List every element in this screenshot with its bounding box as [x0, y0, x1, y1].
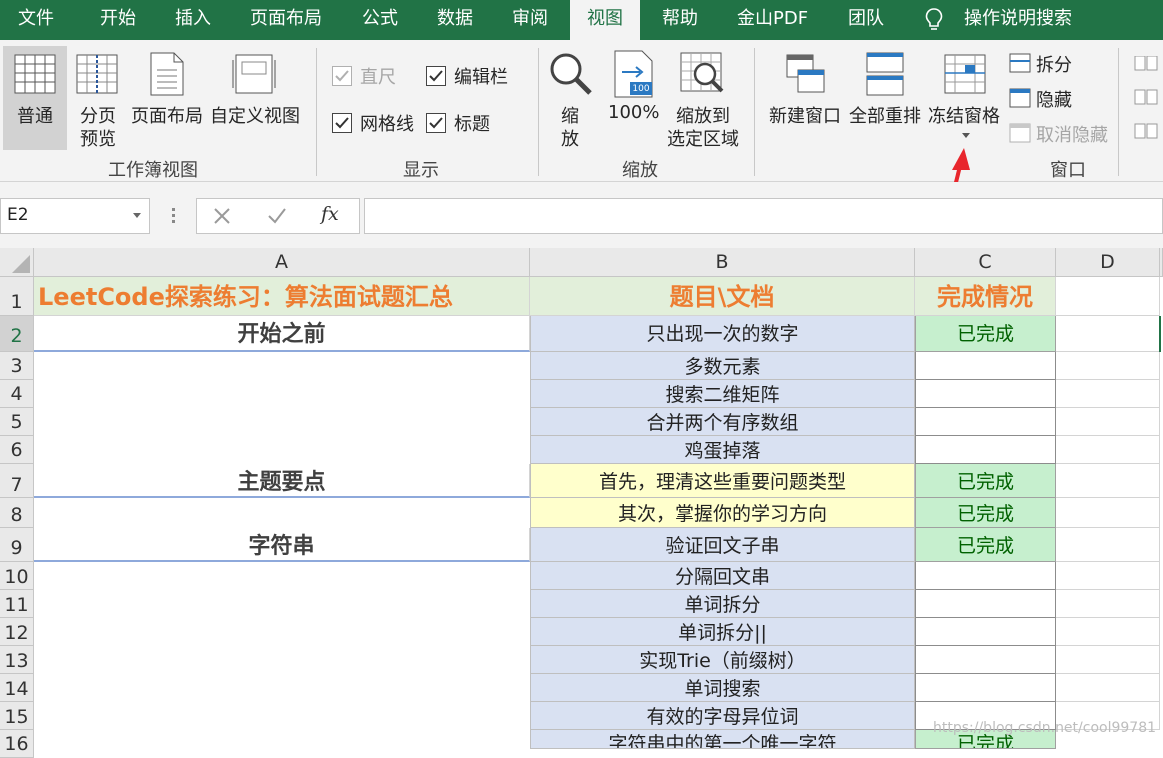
grid-cell[interactable]: [1056, 352, 1160, 380]
status-cell[interactable]: 已完成: [915, 464, 1056, 498]
status-cell[interactable]: [915, 590, 1056, 618]
grid-cell[interactable]: [1056, 408, 1160, 436]
drag-handle-icon[interactable]: [172, 208, 175, 224]
select-all-corner[interactable]: [0, 248, 34, 277]
column-header-d[interactable]: D: [1056, 248, 1160, 277]
row-header[interactable]: 1: [0, 277, 34, 316]
grid-cell[interactable]: [1056, 528, 1160, 562]
column-header-a[interactable]: A: [34, 248, 530, 277]
name-box[interactable]: E2: [0, 198, 150, 234]
row-header[interactable]: 14: [0, 674, 34, 702]
problem-cell[interactable]: 字符串中的第一个唯一字符: [530, 730, 915, 749]
grid-cell[interactable]: [1056, 436, 1160, 464]
status-cell[interactable]: [915, 380, 1056, 408]
cancel-icon[interactable]: [213, 207, 231, 225]
problem-cell[interactable]: 合并两个有序数组: [530, 408, 915, 436]
problem-cell[interactable]: 实现Trie（前缀树）: [530, 646, 915, 674]
insert-function-icon[interactable]: fx: [321, 203, 339, 225]
status-cell[interactable]: 已完成: [915, 316, 1056, 352]
problem-cell[interactable]: 只出现一次的数字: [530, 316, 915, 352]
grid-cell[interactable]: [1056, 464, 1160, 498]
row-header[interactable]: 9: [0, 528, 34, 562]
row-header[interactable]: 15: [0, 702, 34, 730]
problem-cell[interactable]: 单词拆分: [530, 590, 915, 618]
row-header[interactable]: 6: [0, 436, 34, 464]
row-header[interactable]: 5: [0, 408, 34, 436]
problem-cell[interactable]: 首先，理清这些重要问题类型: [530, 464, 915, 498]
selected-cell-e2[interactable]: [1159, 316, 1163, 352]
problem-cell[interactable]: 搜索二维矩阵: [530, 380, 915, 408]
problem-cell[interactable]: 分隔回文串: [530, 562, 915, 590]
row-header[interactable]: 11: [0, 590, 34, 618]
status-cell[interactable]: [915, 408, 1056, 436]
chevron-down-icon[interactable]: [133, 213, 141, 218]
problem-cell[interactable]: 鸡蛋掉落: [530, 436, 915, 464]
status-cell[interactable]: [915, 646, 1056, 674]
row-header[interactable]: 2: [0, 316, 34, 352]
watermark: https://blog.csdn.net/cool99781: [933, 720, 1157, 736]
status-cell[interactable]: [915, 352, 1056, 380]
grid-cell[interactable]: [1056, 316, 1160, 352]
formula-buttons: fx: [196, 198, 360, 234]
status-cell[interactable]: 已完成: [915, 528, 1056, 562]
column-header-b[interactable]: B: [530, 248, 915, 277]
header-cell-c[interactable]: 完成情况: [915, 277, 1056, 316]
status-cell[interactable]: [915, 436, 1056, 464]
status-cell[interactable]: [915, 562, 1056, 590]
status-cell[interactable]: [915, 618, 1056, 646]
row-header[interactable]: 4: [0, 380, 34, 408]
row-header[interactable]: 3: [0, 352, 34, 380]
name-box-value: E2: [7, 205, 29, 225]
problem-cell[interactable]: 验证回文子串: [530, 528, 915, 562]
select-all-triangle-icon: [12, 255, 30, 273]
title-cell[interactable]: LeetCode探索练习：算法面试题汇总: [34, 277, 530, 316]
problem-cell[interactable]: 有效的字母异位词: [530, 702, 915, 730]
enter-check-icon[interactable]: [267, 207, 287, 225]
problem-cell[interactable]: 其次，掌握你的学习方向: [530, 498, 915, 528]
grid-cell[interactable]: [1056, 674, 1160, 702]
grid-cell[interactable]: [1056, 646, 1160, 674]
row-header[interactable]: 7: [0, 464, 34, 498]
section-cell-before[interactable]: 开始之前: [34, 316, 530, 352]
header-cell-b[interactable]: 题目\文档: [530, 277, 915, 316]
row-header[interactable]: 13: [0, 646, 34, 674]
grid-cell[interactable]: [1056, 590, 1160, 618]
status-cell[interactable]: [915, 674, 1056, 702]
column-header-c[interactable]: C: [915, 248, 1056, 277]
row-header[interactable]: 10: [0, 562, 34, 590]
grid-cell[interactable]: [1056, 498, 1160, 528]
problem-cell[interactable]: 单词拆分||: [530, 618, 915, 646]
row-header[interactable]: 16: [0, 730, 34, 758]
problem-cell[interactable]: 多数元素: [530, 352, 915, 380]
grid-cell[interactable]: [1056, 380, 1160, 408]
row-header[interactable]: 12: [0, 618, 34, 646]
formula-input[interactable]: [364, 198, 1163, 234]
section-cell-strings[interactable]: 字符串: [34, 528, 530, 562]
grid-cell[interactable]: [1056, 277, 1160, 316]
grid-cell[interactable]: [1056, 562, 1160, 590]
row-header[interactable]: 8: [0, 498, 34, 528]
section-cell-key-points[interactable]: 主题要点: [34, 464, 530, 498]
problem-cell[interactable]: 单词搜索: [530, 674, 915, 702]
grid-cell[interactable]: [1056, 618, 1160, 646]
status-cell[interactable]: 已完成: [915, 498, 1056, 528]
